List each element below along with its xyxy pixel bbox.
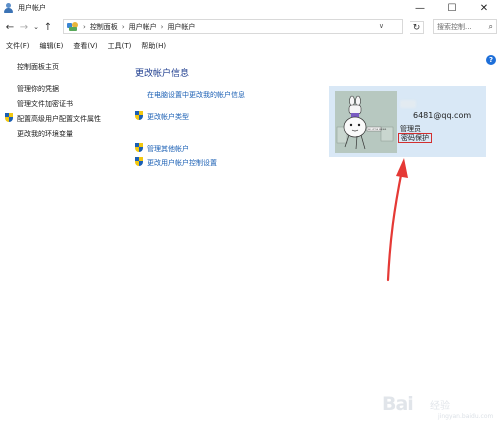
uac-shield-icon (135, 143, 143, 152)
avatar[interactable]: NO LITTLE FINGER (335, 91, 397, 153)
search-icon: ⌕ (488, 21, 493, 31)
search-placeholder: 搜索控制... (437, 22, 472, 31)
watermark-logo: Bai (382, 393, 414, 415)
minimize-button[interactable]: — (404, 0, 436, 16)
email-blur (400, 100, 416, 108)
menu-tools[interactable]: 工具(T) (108, 41, 132, 51)
breadcrumb-control-panel[interactable]: 控制面板 (90, 22, 118, 32)
uac-shield-icon (135, 111, 143, 120)
recent-locations-button[interactable]: ⌄ (31, 18, 41, 36)
search-input[interactable]: 搜索控制... ⌕ (433, 19, 497, 34)
change-account-in-pc-settings-link[interactable]: 在电脑设置中更改我的帐户信息 (147, 90, 245, 100)
address-box[interactable]: › 控制面板 › 用户帐户 › 用户帐户 ∨ (63, 19, 403, 34)
menu-bar: 文件(F) 编辑(E) 查看(V) 工具(T) 帮助(H) (0, 39, 500, 53)
up-button[interactable]: ↑ (41, 18, 55, 36)
sidebar-item-environment-variables[interactable]: 更改我的环境变量 (17, 129, 73, 139)
window-title: 用户帐户 (18, 4, 46, 12)
avatar-rabbit-illustration: NO LITTLE FINGER (335, 91, 397, 153)
breadcrumb-separator[interactable]: › (161, 23, 164, 31)
forward-button[interactable]: → (17, 18, 31, 36)
manage-other-accounts-link[interactable]: 管理其他帐户 (147, 144, 189, 154)
breadcrumb-separator[interactable]: › (122, 23, 125, 31)
refresh-button[interactable]: ↻ (410, 21, 424, 34)
breadcrumb-user-accounts[interactable]: 用户帐户 (129, 22, 157, 32)
sidebar-item-encryption-certificates[interactable]: 管理文件加密证书 (17, 99, 73, 109)
watermark-logo-suffix: 经验 (430, 401, 450, 412)
watermark-url: jingyan.baidu.com (438, 413, 494, 420)
password-protection-label: 密码保护 (398, 133, 432, 143)
uac-settings-link[interactable]: 更改用户帐户控制设置 (147, 158, 217, 168)
user-accounts-icon (4, 3, 14, 13)
window-controls: — ☐ ✕ (404, 0, 500, 16)
control-panel-icon (67, 21, 79, 32)
close-button[interactable]: ✕ (468, 0, 500, 16)
address-dropdown-icon[interactable]: ∨ (379, 22, 384, 30)
menu-view[interactable]: 查看(V) (73, 41, 97, 51)
title-bar: 用户帐户 — ☐ ✕ (0, 0, 500, 16)
account-panel: NO LITTLE FINGER 6481@qq.com 管理员 密码保护 (329, 86, 486, 157)
menu-help[interactable]: 帮助(H) (141, 41, 166, 51)
menu-file[interactable]: 文件(F) (6, 41, 30, 51)
breadcrumb-separator: › (83, 22, 86, 31)
baidu-watermark: Bai 经验 jingyan.baidu.com (382, 393, 494, 425)
sidebar-item-advanced-profile[interactable]: 配置高级用户配置文件属性 (17, 114, 101, 124)
avatar-caption: NO LITTLE FINGER (368, 129, 387, 131)
sidebar-item-control-panel-home[interactable]: 控制面板主页 (17, 62, 59, 72)
sidebar-item-manage-credentials[interactable]: 管理你的凭据 (17, 84, 59, 94)
help-icon[interactable]: ? (486, 55, 496, 65)
back-button[interactable]: ← (3, 18, 17, 36)
account-email: 6481@qq.com (413, 111, 472, 120)
change-account-type-link[interactable]: 更改帐户类型 (147, 112, 189, 122)
menu-edit[interactable]: 编辑(E) (40, 41, 64, 51)
uac-shield-icon (5, 113, 13, 122)
breadcrumb-user-accounts-current[interactable]: 用户帐户 (167, 22, 195, 32)
uac-shield-icon (135, 157, 143, 166)
annotation-arrow (386, 158, 408, 282)
page-title: 更改帐户信息 (135, 69, 190, 79)
address-bar: ← → ⌄ ↑ › 控制面板 › 用户帐户 › 用户帐户 ∨ (0, 16, 500, 38)
maximize-button[interactable]: ☐ (436, 0, 468, 16)
